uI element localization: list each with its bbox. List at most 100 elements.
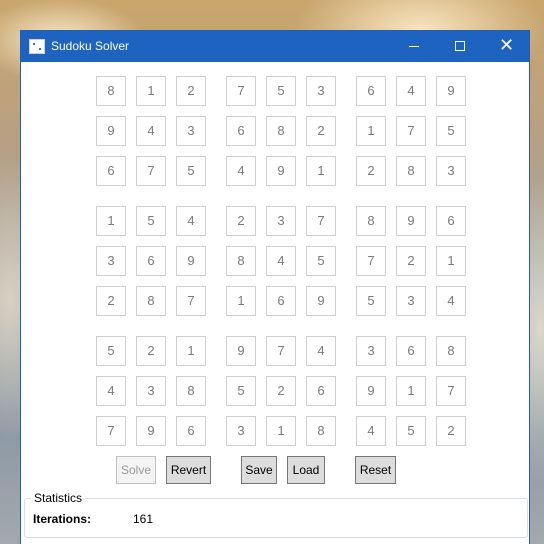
sudoku-cell[interactable]: 5 [136, 206, 166, 236]
iterations-label: Iterations: [33, 512, 92, 526]
sudoku-cell[interactable]: 8 [96, 76, 126, 106]
window-title: Sudoku Solver [51, 39, 130, 53]
sudoku-cell[interactable]: 8 [176, 376, 206, 406]
sudoku-cell[interactable]: 9 [396, 206, 426, 236]
minimize-icon [409, 46, 419, 47]
revert-button[interactable]: Revert [166, 456, 211, 484]
sudoku-cell[interactable]: 1 [226, 286, 256, 316]
sudoku-cell[interactable]: 9 [176, 246, 206, 276]
sudoku-cell[interactable]: 1 [176, 336, 206, 366]
statistics-header: Statistics [31, 491, 86, 505]
close-icon: ✕ [499, 35, 515, 56]
sudoku-cell[interactable]: 1 [266, 416, 296, 446]
sudoku-cell[interactable]: 2 [396, 246, 426, 276]
sudoku-cell[interactable]: 3 [396, 286, 426, 316]
sudoku-cell[interactable]: 4 [96, 376, 126, 406]
sudoku-cell[interactable]: 2 [356, 156, 386, 186]
sudoku-cell[interactable]: 5 [96, 336, 126, 366]
sudoku-cell[interactable]: 3 [306, 76, 336, 106]
sudoku-cell[interactable]: 4 [356, 416, 386, 446]
sudoku-cell[interactable]: 7 [356, 246, 386, 276]
sudoku-cell[interactable]: 8 [396, 156, 426, 186]
sudoku-cell[interactable]: 8 [436, 336, 466, 366]
sudoku-cell[interactable]: 7 [306, 206, 336, 236]
sudoku-cell[interactable]: 5 [356, 286, 386, 316]
sudoku-solver-window: Sudoku Solver ✕ 812753649943682175675491… [20, 30, 530, 544]
sudoku-cell[interactable]: 2 [136, 336, 166, 366]
sudoku-cell[interactable]: 4 [136, 116, 166, 146]
sudoku-cell[interactable]: 6 [396, 336, 426, 366]
sudoku-cell[interactable]: 6 [306, 376, 336, 406]
statistics-group: Statistics Iterations: 161 [24, 491, 528, 538]
sudoku-cell[interactable]: 7 [266, 336, 296, 366]
reset-button[interactable]: Reset [355, 456, 396, 484]
title-bar[interactable]: Sudoku Solver ✕ [21, 31, 529, 62]
sudoku-cell[interactable]: 8 [306, 416, 336, 446]
sudoku-cell[interactable]: 5 [436, 116, 466, 146]
sudoku-cell[interactable]: 4 [396, 76, 426, 106]
minimize-button[interactable] [391, 31, 437, 62]
sudoku-cell[interactable]: 7 [226, 76, 256, 106]
sudoku-cell[interactable]: 3 [96, 246, 126, 276]
maximize-button[interactable] [437, 31, 483, 62]
sudoku-cell[interactable]: 4 [306, 336, 336, 366]
sudoku-cell[interactable]: 8 [226, 246, 256, 276]
sudoku-cell[interactable]: 3 [226, 416, 256, 446]
sudoku-cell[interactable]: 5 [176, 156, 206, 186]
sudoku-cell[interactable]: 2 [436, 416, 466, 446]
sudoku-cell[interactable]: 9 [356, 376, 386, 406]
sudoku-cell[interactable]: 9 [226, 336, 256, 366]
sudoku-cell[interactable]: 3 [136, 376, 166, 406]
sudoku-cell[interactable]: 7 [436, 376, 466, 406]
sudoku-cell[interactable]: 3 [176, 116, 206, 146]
load-button[interactable]: Load [287, 456, 325, 484]
sudoku-cell[interactable]: 3 [266, 206, 296, 236]
sudoku-cell[interactable]: 6 [136, 246, 166, 276]
sudoku-cell[interactable]: 2 [176, 76, 206, 106]
sudoku-cell[interactable]: 7 [136, 156, 166, 186]
sudoku-cell[interactable]: 6 [436, 206, 466, 236]
solve-button[interactable]: Solve [116, 456, 156, 484]
sudoku-cell[interactable]: 9 [436, 76, 466, 106]
sudoku-cell[interactable]: 7 [176, 286, 206, 316]
sudoku-cell[interactable]: 1 [356, 116, 386, 146]
desktop-background: Sudoku Solver ✕ 812753649943682175675491… [0, 0, 544, 544]
sudoku-cell[interactable]: 8 [136, 286, 166, 316]
sudoku-cell[interactable]: 9 [96, 116, 126, 146]
sudoku-cell[interactable]: 5 [396, 416, 426, 446]
sudoku-cell[interactable]: 8 [266, 116, 296, 146]
sudoku-cell[interactable]: 2 [306, 116, 336, 146]
sudoku-cell[interactable]: 5 [306, 246, 336, 276]
sudoku-cell[interactable]: 4 [226, 156, 256, 186]
sudoku-cell[interactable]: 8 [356, 206, 386, 236]
sudoku-cell[interactable]: 2 [266, 376, 296, 406]
sudoku-cell[interactable]: 4 [436, 286, 466, 316]
sudoku-cell[interactable]: 5 [266, 76, 296, 106]
sudoku-cell[interactable]: 1 [436, 246, 466, 276]
sudoku-cell[interactable]: 1 [136, 76, 166, 106]
sudoku-cell[interactable]: 1 [396, 376, 426, 406]
sudoku-cell[interactable]: 5 [226, 376, 256, 406]
sudoku-cell[interactable]: 1 [96, 206, 126, 236]
sudoku-cell[interactable]: 7 [96, 416, 126, 446]
sudoku-cell[interactable]: 9 [266, 156, 296, 186]
sudoku-cell[interactable]: 9 [136, 416, 166, 446]
save-button[interactable]: Save [241, 456, 277, 484]
sudoku-cell[interactable]: 3 [356, 336, 386, 366]
maximize-icon [455, 41, 465, 51]
close-button[interactable]: ✕ [483, 31, 529, 62]
sudoku-cell[interactable]: 1 [306, 156, 336, 186]
sudoku-cell[interactable]: 4 [176, 206, 206, 236]
sudoku-cell[interactable]: 9 [306, 286, 336, 316]
sudoku-cell[interactable]: 2 [96, 286, 126, 316]
iterations-value: 161 [133, 512, 154, 526]
sudoku-cell[interactable]: 2 [226, 206, 256, 236]
sudoku-cell[interactable]: 6 [266, 286, 296, 316]
sudoku-cell[interactable]: 6 [356, 76, 386, 106]
sudoku-cell[interactable]: 3 [436, 156, 466, 186]
sudoku-cell[interactable]: 7 [396, 116, 426, 146]
sudoku-cell[interactable]: 6 [176, 416, 206, 446]
sudoku-cell[interactable]: 6 [96, 156, 126, 186]
sudoku-cell[interactable]: 4 [266, 246, 296, 276]
sudoku-cell[interactable]: 6 [226, 116, 256, 146]
